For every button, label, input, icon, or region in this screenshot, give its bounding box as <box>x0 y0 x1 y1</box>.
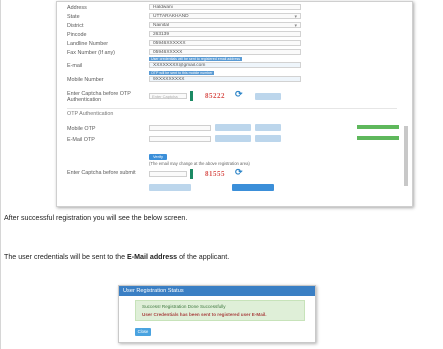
scrollbar-thumb[interactable] <box>404 126 408 186</box>
email-hint-tag: User credentials will be sent to registe… <box>149 57 243 61</box>
mobile-hint-tag: OTP will be sent to this mobile number <box>149 71 215 75</box>
registration-form-screenshot: Address Haldwani State UTTARAKHAND Distr… <box>56 1 413 207</box>
credentials-suffix: of the applicant. <box>177 253 230 261</box>
mobile-field[interactable]: 9XXXXXXXXX <box>149 76 301 82</box>
dialog-title: User Registration Status <box>119 286 315 296</box>
mobile-otp-label: Mobile OTP <box>67 126 96 132</box>
mobile-otp-verify-button[interactable] <box>215 124 251 131</box>
email-otp-label: E-Mail OTP <box>67 137 95 143</box>
field-label-address: Address <box>67 5 87 11</box>
email-otp-input[interactable] <box>149 136 211 142</box>
email-otp-resend-button[interactable] <box>255 135 281 142</box>
field-label-district: District <box>67 23 84 29</box>
captcha-input[interactable]: Enter Captcha <box>149 93 187 99</box>
submit-captcha-code: 81555 <box>205 170 225 178</box>
pincode-field[interactable]: 263139 <box>149 31 301 37</box>
submit-captcha-label: Enter Captcha before submit <box>67 170 136 176</box>
address-field[interactable]: Haldwani <box>149 4 301 10</box>
field-label-landline: Landline Number <box>67 41 109 47</box>
captcha-image-edge <box>190 91 193 101</box>
verify-button[interactable]: Verify <box>149 154 167 160</box>
landline-field[interactable]: 05946XXXXXX <box>149 40 301 46</box>
credentials-text: The user credentials will be sent to the… <box>4 253 229 261</box>
fax-field[interactable]: 05946XXXXX <box>149 49 301 55</box>
mobile-otp-status <box>357 125 399 129</box>
refresh-icon[interactable]: ⟳ <box>235 167 243 178</box>
field-label-email: E-mail <box>67 63 83 69</box>
close-button[interactable]: Close <box>135 328 151 336</box>
email-otp-verify-button[interactable] <box>215 135 251 142</box>
section-divider <box>67 108 397 109</box>
credentials-sent-message: User Credentials has been sent to regist… <box>142 312 267 317</box>
page-border <box>0 0 1 349</box>
captcha-placeholder: Enter Captcha <box>152 94 178 99</box>
success-message: Success! Registration Done Successfully <box>142 304 226 309</box>
email-change-note: (The email may change at the above regis… <box>149 161 250 166</box>
field-label-pincode: Pincode <box>67 32 87 38</box>
refresh-icon[interactable]: ⟳ <box>235 89 243 100</box>
email-field[interactable]: XXXXXXXX@gmail.com <box>149 62 301 68</box>
captcha-code: 85222 <box>205 92 225 100</box>
credentials-prefix: The user credentials will be sent to the <box>4 253 128 261</box>
field-label-fax: Fax Number (If any) <box>67 50 115 56</box>
send-otp-button[interactable] <box>255 93 281 100</box>
field-label-state: State <box>67 14 80 20</box>
reset-button[interactable] <box>149 184 191 191</box>
submit-captcha-input[interactable] <box>149 171 187 177</box>
email-otp-status <box>357 136 399 140</box>
credentials-bold: E-Mail address <box>127 253 178 261</box>
field-label-mobile: Mobile Number <box>67 77 104 83</box>
mobile-otp-input[interactable] <box>149 125 211 131</box>
submit-button[interactable] <box>232 184 274 191</box>
captcha-label: Enter Captcha before OTP Authentication <box>67 91 131 103</box>
registration-status-dialog: User Registration Status Success! Regist… <box>118 285 316 343</box>
district-select[interactable]: Nainital <box>149 22 301 28</box>
state-select[interactable]: UTTARAKHAND <box>149 13 301 19</box>
submit-captcha-image-edge <box>190 169 193 179</box>
success-alert: Success! Registration Done Successfully … <box>135 300 305 321</box>
mobile-otp-resend-button[interactable] <box>255 124 281 131</box>
otp-section-title: OTP Authentication <box>67 111 114 117</box>
after-registration-text: After successful registration you will s… <box>4 214 188 222</box>
